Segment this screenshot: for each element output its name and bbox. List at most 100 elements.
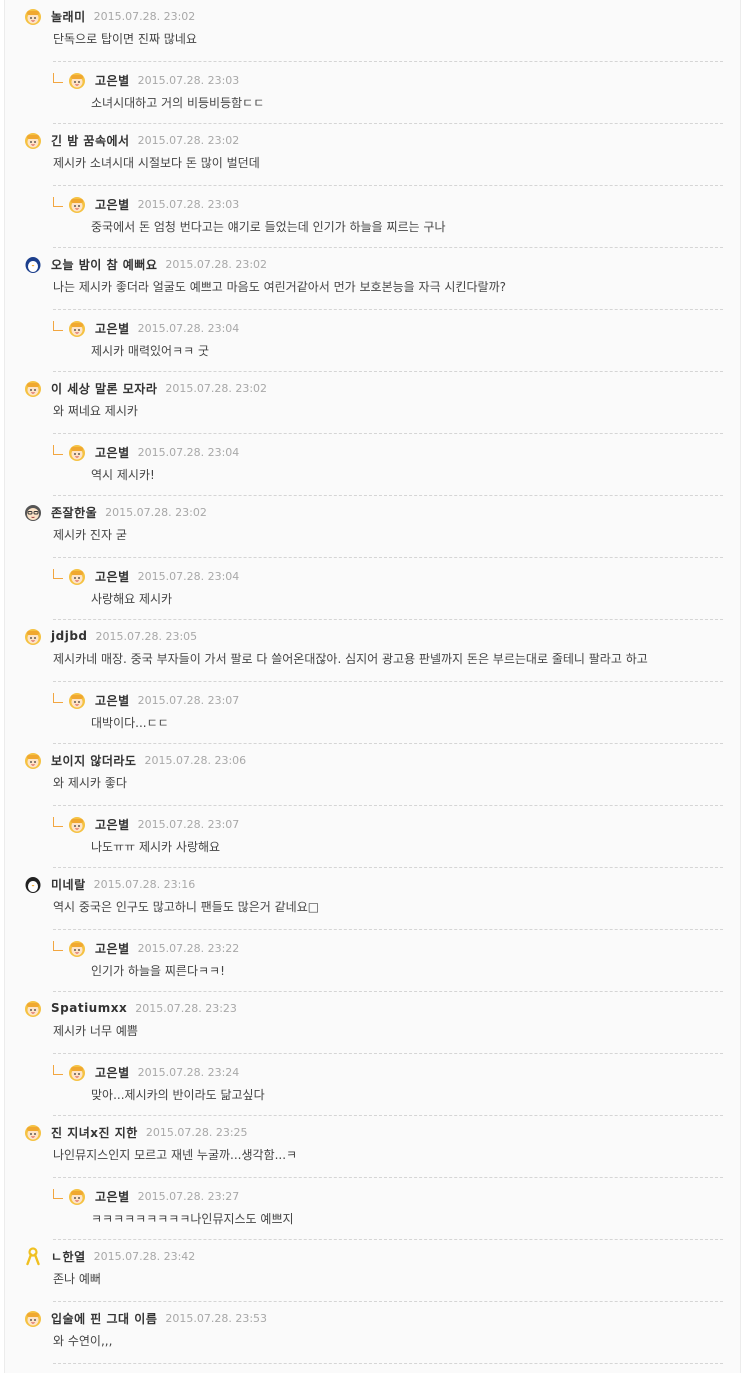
avatar-girl-icon[interactable]: [67, 442, 87, 462]
comment-date: 2015.07.28. 23:07: [137, 693, 240, 707]
comment-author[interactable]: 입술에 핀 그대 이름: [51, 1310, 157, 1327]
comment-date: 2015.07.28. 23:25: [145, 1125, 248, 1139]
reply-arrow-icon: [53, 321, 63, 331]
reply-arrow-icon: [53, 569, 63, 579]
comment-divider: [53, 1363, 723, 1364]
comment-text: 중국에서 돈 엄청 번다고는 얘기로 들었는데 인기가 하늘을 찌르는 구나: [91, 220, 446, 234]
comment-author[interactable]: 놀래미: [51, 8, 86, 25]
avatar-girl-icon[interactable]: [23, 626, 43, 646]
comment-author[interactable]: 긴 밤 꿈속에서: [51, 132, 130, 149]
reply-arrow-icon: [53, 941, 63, 951]
comment-date: 2015.07.28. 23:06: [144, 753, 247, 767]
comment-date: 2015.07.28. 23:27: [137, 1189, 240, 1203]
comment-item: Spatiumxx 2015.07.28. 23:23 제시카 너무 예쁨: [23, 992, 723, 1054]
comment-text: 제시카 진자 굳: [53, 528, 127, 542]
comment-author[interactable]: 보이지 않더라도: [51, 752, 136, 769]
reply-arrow-icon: [53, 1189, 63, 1199]
avatar-girl-icon[interactable]: [23, 1308, 43, 1328]
reply-comment: 고은별 2015.07.28. 23:04 역시 제시카!: [23, 434, 723, 496]
comment-text: 제시카 소녀시대 시절보다 돈 많이 벌던데: [53, 156, 260, 170]
avatar-girl-icon[interactable]: [23, 378, 43, 398]
comment-text: 와 제시카 좋다: [53, 776, 127, 790]
comment-text: 나인뮤지스인지 모르고 재넨 누굴까...생각함...ㅋ: [53, 1148, 298, 1162]
avatar-penguin-icon[interactable]: [23, 874, 43, 894]
comment-text: 와 수연이,,,: [53, 1334, 113, 1348]
comment-date: 2015.07.28. 23:23: [135, 1001, 237, 1015]
reply-comment: 고은별 2015.07.28. 23:07 대박이다...ㄷㄷ: [23, 682, 723, 744]
comment-date: 2015.07.28. 23:04: [137, 445, 240, 459]
comment-item: 보이지 않더라도 2015.07.28. 23:06 와 제시카 좋다: [23, 744, 723, 806]
comment-panel: 놀래미 2015.07.28. 23:02 단독으로 탑이면 진짜 많네요 고은별 20…: [4, 0, 741, 1373]
reply-comment: 고은별 2015.07.28. 23:24 맞아...제시카의 반이라도 닮고싶다: [23, 1054, 723, 1116]
reply-comment: 고은별 2015.07.28. 23:03 중국에서 돈 엄청 번다고는 얘기로 들…: [23, 186, 723, 248]
avatar-girl-icon[interactable]: [67, 318, 87, 338]
comment-date: 2015.07.28. 23:02: [105, 505, 207, 519]
comment-author[interactable]: 고은별: [95, 940, 130, 957]
reply-comment: 고은별 2015.07.28. 23:03 소녀시대하고 거의 비등비등함ㄷㄷ: [23, 62, 723, 124]
reply-arrow-icon: [53, 445, 63, 455]
comment-item: jdjbd 2015.07.28. 23:05 제시카네 매장. 중국 부자들이 가…: [23, 620, 723, 682]
comment-author[interactable]: 고은별: [95, 1188, 130, 1205]
reply-arrow-icon: [53, 197, 63, 207]
comment-author[interactable]: Spatiumxx: [51, 1001, 127, 1015]
comment-date: 2015.07.28. 23:07: [137, 817, 240, 831]
comment-text: 나는 제시카 좋더라 얼굴도 예쁘고 마음도 여린거같아서 먼가 보호본능을 자…: [53, 280, 506, 294]
comment-author[interactable]: 고은별: [95, 196, 130, 213]
comment-item: ㄴ한열 2015.07.28. 23:42 존나 예뻐: [23, 1240, 723, 1302]
avatar-girl-icon[interactable]: [23, 750, 43, 770]
comment-text: 대박이다...ㄷㄷ: [91, 716, 169, 730]
comment-author[interactable]: 고은별: [95, 320, 130, 337]
comment-author[interactable]: 고은별: [95, 444, 130, 461]
comment-text: 소녀시대하고 거의 비등비등함ㄷㄷ: [91, 96, 265, 110]
comment-author[interactable]: jdjbd: [51, 629, 88, 643]
avatar-girl-icon[interactable]: [23, 6, 43, 26]
comment-date: 2015.07.28. 23:02: [165, 381, 268, 395]
avatar-girl-icon[interactable]: [67, 566, 87, 586]
comment-text: 역시 중국은 인구도 많고하니 팬들도 많은거 같네요□: [53, 900, 320, 914]
reply-arrow-icon: [53, 693, 63, 703]
comment-date: 2015.07.28. 23:03: [137, 73, 240, 87]
comment-author[interactable]: 고은별: [95, 692, 130, 709]
comment-author[interactable]: 고은별: [95, 72, 130, 89]
comment-item: 이 세상 말론 모자라 2015.07.28. 23:02 와 쩌네요 제시카: [23, 372, 723, 434]
comment-text: 사랑해요 제시카: [91, 592, 173, 606]
comment-item: 존잘한울 2015.07.28. 23:02 제시카 진자 굳: [23, 496, 723, 558]
comment-text: 제시카 너무 예쁨: [53, 1024, 138, 1038]
avatar-girl-icon[interactable]: [67, 814, 87, 834]
avatar-man-icon[interactable]: [23, 502, 43, 522]
avatar-girl-icon[interactable]: [67, 1062, 87, 1082]
comment-author[interactable]: 존잘한울: [51, 504, 97, 521]
avatar-girl-icon[interactable]: [67, 194, 87, 214]
avatar-penguin-blue-icon[interactable]: [23, 254, 43, 274]
reply-comment: 고은별 2015.07.28. 23:04 제시카 매력있어ㅋㅋ 굿: [23, 310, 723, 372]
comment-author[interactable]: 고은별: [95, 1064, 130, 1081]
avatar-girl-icon[interactable]: [67, 1186, 87, 1206]
comment-author[interactable]: 미네랄: [51, 876, 86, 893]
comment-text: 역시 제시카!: [91, 468, 155, 482]
comment-author[interactable]: 오늘 밤이 참 예뻐요: [51, 256, 157, 273]
avatar-girl-icon[interactable]: [23, 130, 43, 150]
comment-text: 존나 예뻐: [53, 1272, 101, 1286]
comment-date: 2015.07.28. 23:02: [137, 133, 240, 147]
avatar-ribbon-icon[interactable]: [23, 1246, 43, 1266]
comment-author[interactable]: 이 세상 말론 모자라: [51, 380, 157, 397]
comment-date: 2015.07.28. 23:04: [137, 569, 240, 583]
comment-date: 2015.07.28. 23:02: [93, 9, 196, 23]
comment-item: 진 지녀x진 지한 2015.07.28. 23:25 나인뮤지스인지 모르고 재넨…: [23, 1116, 723, 1178]
reply-arrow-icon: [53, 1065, 63, 1075]
avatar-girl-icon[interactable]: [23, 1122, 43, 1142]
avatar-girl-icon[interactable]: [67, 690, 87, 710]
avatar-girl-icon[interactable]: [67, 938, 87, 958]
comment-author[interactable]: 고은별: [95, 816, 130, 833]
reply-comment: 고은별 2015.07.28. 23:22 인기가 하늘을 찌른다ㅋㅋ!: [23, 930, 723, 992]
comment-date: 2015.07.28. 23:03: [137, 197, 240, 211]
comment-text: ㅋㅋㅋㅋㅋㅋㅋㅋㅋ나인뮤지스도 예쁘지: [91, 1212, 294, 1226]
comment-author[interactable]: ㄴ한열: [51, 1248, 86, 1265]
avatar-girl-icon[interactable]: [67, 70, 87, 90]
comment-date: 2015.07.28. 23:02: [165, 257, 268, 271]
avatar-girl-icon[interactable]: [23, 998, 43, 1018]
reply-arrow-icon: [53, 73, 63, 83]
comment-author[interactable]: 진 지녀x진 지한: [51, 1124, 138, 1141]
comment-date: 2015.07.28. 23:16: [93, 877, 196, 891]
comment-author[interactable]: 고은별: [95, 568, 130, 585]
